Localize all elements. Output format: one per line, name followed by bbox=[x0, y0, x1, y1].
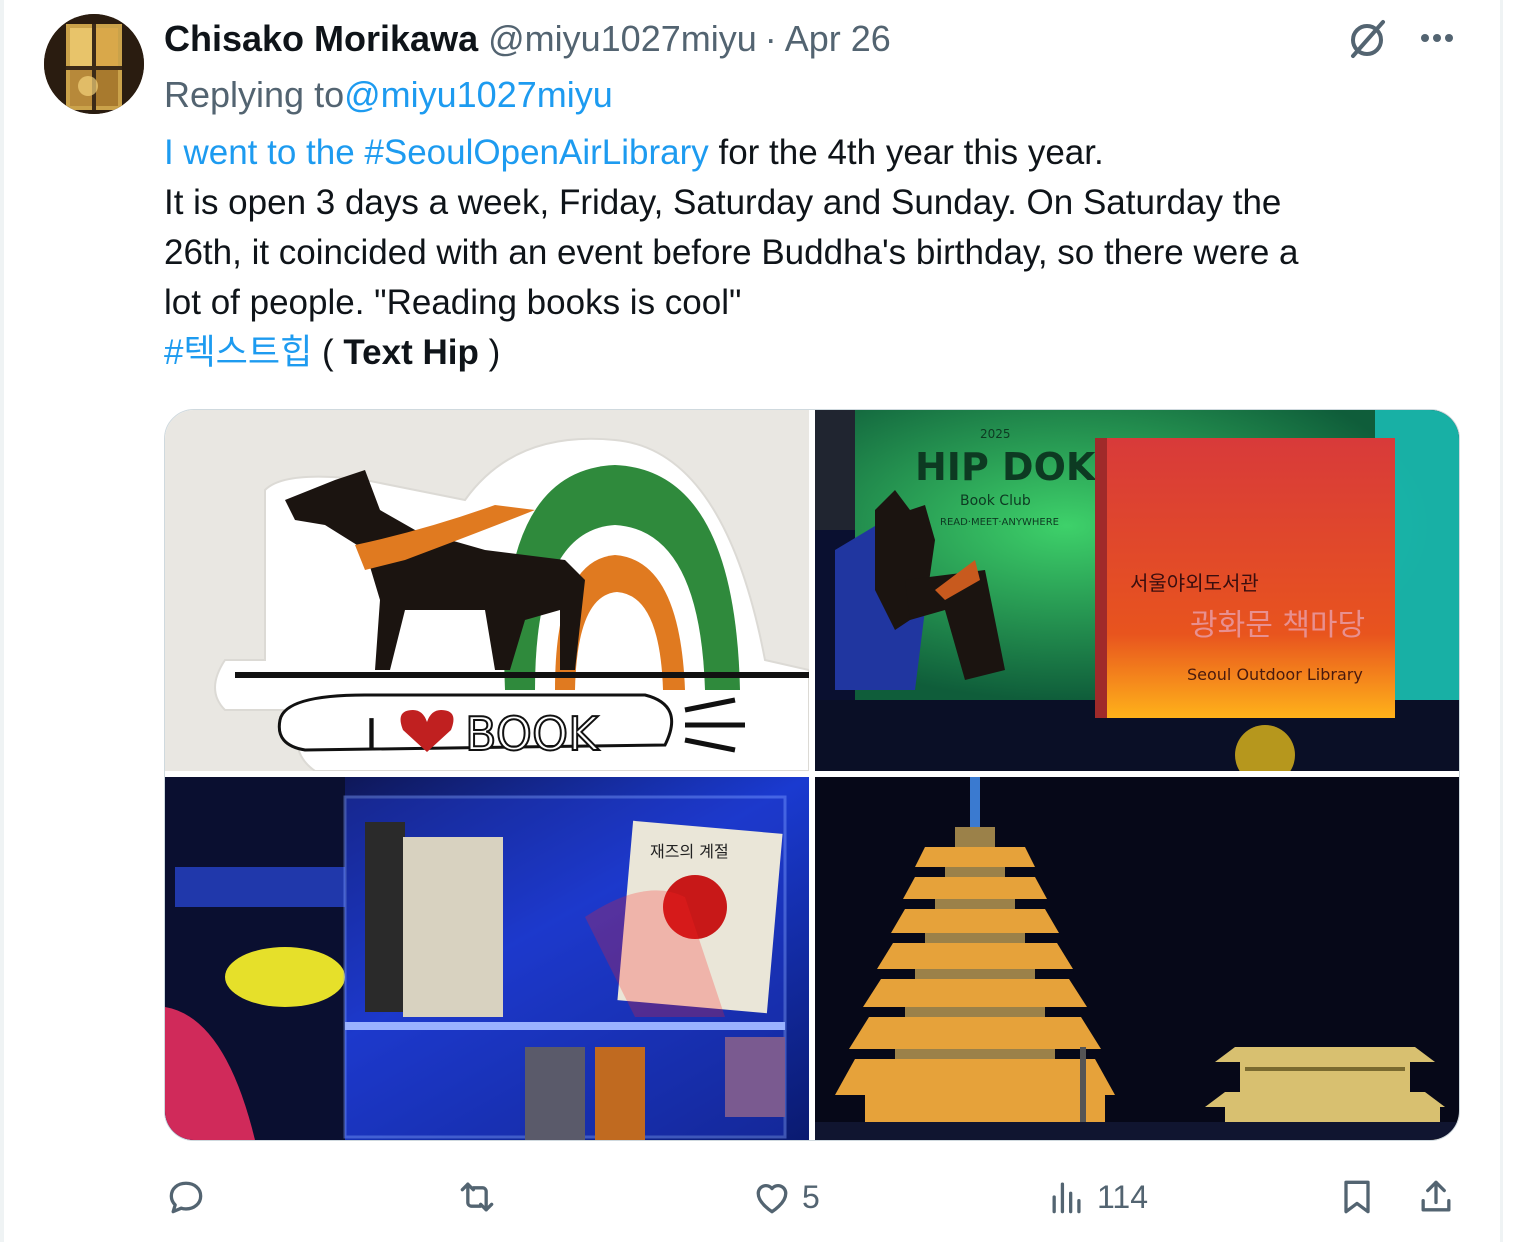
sign-sub: Book Club bbox=[960, 493, 1031, 509]
tweet-actions: 5 114 bbox=[0, 1165, 1538, 1229]
reply-icon bbox=[169, 1181, 203, 1214]
photo-dog-sticker[interactable]: I BOOK bbox=[165, 410, 809, 771]
like-button[interactable]: 5 bbox=[750, 1165, 820, 1229]
tweet-text: I went to the #SeoulOpenAirLibrary for t… bbox=[164, 128, 1454, 378]
views-button[interactable]: 114 bbox=[1045, 1165, 1148, 1229]
share-button[interactable] bbox=[1414, 1165, 1458, 1229]
reply-button[interactable] bbox=[164, 1165, 216, 1229]
replying-to: Replying to@miyu1027miyu bbox=[164, 74, 613, 116]
share-icon bbox=[1421, 1180, 1451, 1212]
sticker-book-text: BOOK bbox=[465, 707, 600, 761]
retweet-button[interactable] bbox=[455, 1165, 507, 1229]
avatar[interactable] bbox=[44, 14, 144, 114]
photo-hipdok-stage[interactable]: HIP DOK Book Club 2025 READ·MEET·ANYWHER… bbox=[815, 410, 1459, 771]
views-icon bbox=[1052, 1182, 1081, 1214]
sign-title: HIP DOK bbox=[915, 445, 1097, 489]
retweet-icon bbox=[460, 1182, 494, 1212]
author-handle[interactable]: @miyu1027miyu bbox=[488, 18, 757, 60]
text-line2: It is open 3 days a week, Friday, Saturd… bbox=[164, 183, 1282, 222]
separator-dot: · bbox=[764, 18, 777, 59]
left-border bbox=[0, 0, 4, 1242]
paren-close: ) bbox=[478, 333, 501, 372]
book-title-jazz: 재즈의 계절 bbox=[650, 842, 729, 861]
text-line1-rest: for the 4th year this year. bbox=[708, 133, 1104, 172]
right-border bbox=[1500, 0, 1503, 1242]
replying-handle-link[interactable]: @miyu1027miyu bbox=[344, 74, 613, 115]
bookmark-button[interactable] bbox=[1335, 1165, 1379, 1229]
grok-icon[interactable] bbox=[1345, 16, 1391, 62]
like-count: 5 bbox=[802, 1178, 820, 1215]
heart-icon bbox=[756, 1184, 788, 1214]
hashtag-link-texthip[interactable]: #텍스트힙 bbox=[164, 333, 312, 372]
tweet-date[interactable]: Apr 26 bbox=[785, 18, 891, 60]
replying-prefix: Replying to bbox=[164, 74, 345, 115]
more-options-icon[interactable] bbox=[1412, 18, 1462, 58]
sign-tagline: READ·MEET·ANYWHERE bbox=[940, 517, 1059, 528]
text-line4: lot of people. "Reading books is cool" bbox=[164, 283, 742, 322]
bold-text: Text Hip bbox=[343, 333, 479, 372]
author-name[interactable]: Chisako Morikawa bbox=[164, 18, 478, 60]
media-grid: I BOOK HIP DOK Book Club 2025 READ·MEET·… bbox=[164, 409, 1460, 1141]
book-korean2: 광화문 책마당 bbox=[1190, 608, 1365, 643]
views-count: 114 bbox=[1097, 1178, 1149, 1215]
sticker-i-text: I bbox=[365, 710, 378, 761]
bookmark-icon bbox=[1344, 1180, 1370, 1214]
photo-bookshelf[interactable]: 재즈의 계절 bbox=[165, 777, 809, 1140]
tweet-header: Chisako Morikawa @miyu1027miyu · Apr 26 bbox=[164, 14, 891, 64]
book-english: Seoul Outdoor Library bbox=[1187, 665, 1363, 684]
book-korean1: 서울야외도서관 bbox=[1130, 571, 1259, 595]
paren-open: ( bbox=[312, 333, 344, 372]
hashtag-link-seoul[interactable]: I went to the #SeoulOpenAirLibrary bbox=[164, 133, 709, 172]
sign-year: 2025 bbox=[980, 427, 1011, 441]
photo-pagoda[interactable] bbox=[815, 777, 1459, 1140]
text-line3: 26th, it coincided with an event before … bbox=[164, 233, 1299, 272]
